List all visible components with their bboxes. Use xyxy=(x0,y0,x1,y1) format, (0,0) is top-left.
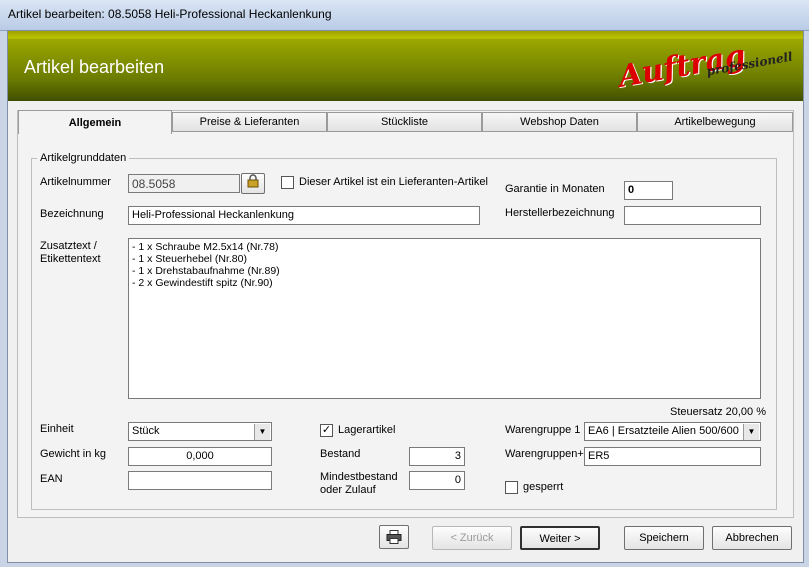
zusatztext-memo[interactable]: - 1 x Schraube M2.5x14 (Nr.78) - 1 x Ste… xyxy=(128,238,761,399)
warengruppe1-select[interactable]: EA6 | Ersatzteile Alien 500/600 ▼ xyxy=(584,422,761,441)
garantie-label: Garantie in Monaten xyxy=(505,183,605,195)
tab-allgemein[interactable]: Allgemein xyxy=(18,110,172,134)
bezeichnung-label: Bezeichnung xyxy=(40,208,104,220)
mindestbestand-field[interactable]: 0 xyxy=(409,471,465,490)
artikelnummer-label: Artikelnummer xyxy=(40,176,111,188)
hersteller-field[interactable] xyxy=(624,206,761,225)
lieferanten-artikel-checkbox[interactable] xyxy=(281,176,294,189)
title-bar: Artikel bearbeiten: 08.5058 Heli-Profess… xyxy=(0,0,809,31)
app-logo: Auftrag professionell xyxy=(614,38,799,95)
lieferanten-artikel-label: Dieser Artikel ist ein Lieferanten-Artik… xyxy=(299,176,488,188)
ean-field[interactable] xyxy=(128,471,272,490)
lock-icon xyxy=(247,174,259,191)
page-title: Artikel bearbeiten xyxy=(24,57,165,77)
window-title: Artikel bearbeiten: 08.5058 Heli-Profess… xyxy=(8,7,332,21)
weiter-button[interactable]: Weiter > xyxy=(520,526,600,550)
tab-artikelbewegung[interactable]: Artikelbewegung xyxy=(637,112,793,132)
header-banner: Artikel bearbeiten Auftrag professionell xyxy=(8,31,803,101)
speichern-button[interactable]: Speichern xyxy=(624,526,704,550)
gewicht-field[interactable]: 0,000 xyxy=(128,447,272,466)
warengruppen-plus-field[interactable]: ER5 xyxy=(584,447,761,466)
gesperrt-checkbox[interactable] xyxy=(505,481,518,494)
group-title: Artikelgrunddaten xyxy=(37,152,130,164)
zusatztext-label: Zusatztext / Etikettentext xyxy=(40,240,101,265)
ean-label: EAN xyxy=(40,473,63,485)
einheit-label: Einheit xyxy=(40,423,74,435)
hersteller-label: Herstellerbezeichnung xyxy=(505,207,615,219)
zurueck-button[interactable]: < Zurück xyxy=(432,526,512,550)
mindestbestand-label: Mindestbestand oder Zulauf xyxy=(320,471,398,496)
tab-webshop-daten[interactable]: Webshop Daten xyxy=(482,112,637,132)
tab-preise-lieferanten[interactable]: Preise & Lieferanten xyxy=(172,112,327,132)
tab-stueckliste[interactable]: Stückliste xyxy=(327,112,482,132)
lagerartikel-checkbox[interactable]: ✓ xyxy=(320,424,333,437)
print-button[interactable] xyxy=(379,525,409,549)
printer-icon xyxy=(386,530,402,547)
gesperrt-label: gesperrt xyxy=(523,481,564,493)
bezeichnung-field[interactable]: Heli-Professional Heckanlenkung xyxy=(128,206,480,225)
lagerartikel-label: Lagerartikel xyxy=(338,424,396,436)
lock-button[interactable] xyxy=(241,173,265,194)
chevron-down-icon[interactable]: ▼ xyxy=(743,424,759,440)
warengruppen-plus-label: Warengruppen+ xyxy=(505,448,584,460)
bestand-label: Bestand xyxy=(320,448,361,460)
abbrechen-button[interactable]: Abbrechen xyxy=(712,526,792,550)
garantie-field[interactable]: 0 xyxy=(624,181,673,200)
bestand-field[interactable]: 3 xyxy=(409,447,465,466)
chevron-down-icon[interactable]: ▼ xyxy=(254,424,270,440)
artikelnummer-field[interactable]: 08.5058 xyxy=(128,174,240,193)
einheit-select[interactable]: Stück ▼ xyxy=(128,422,272,441)
memo-line: - 1 x Steuerhebel (Nr.80) xyxy=(132,253,247,265)
warengruppe1-label: Warengruppe 1 xyxy=(505,424,581,436)
memo-line: - 1 x Schraube M2.5x14 (Nr.78) xyxy=(132,241,279,253)
gewicht-label: Gewicht in kg xyxy=(40,448,107,460)
memo-line: - 2 x Gewindestift spitz (Nr.90) xyxy=(132,277,273,289)
memo-line: - 1 x Drehstabaufnahme (Nr.89) xyxy=(132,265,280,277)
steuersatz-label: Steuersatz 20,00 % xyxy=(670,406,767,418)
